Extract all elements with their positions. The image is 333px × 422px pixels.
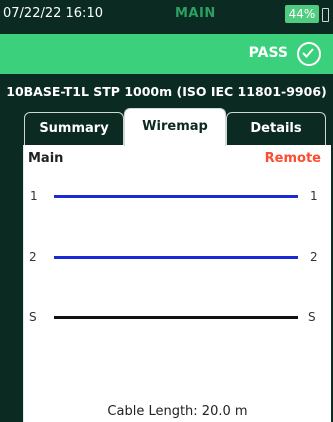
battery-level: 44% (285, 5, 319, 23)
wire-main-pin: 1 (30, 189, 38, 203)
panel-edge (23, 145, 24, 422)
test-limit-title: 10BASE-T1L STP 1000m (ISO IEC 11801-9906… (6, 84, 327, 99)
status-time: 07/22/22 16:10 (3, 6, 103, 21)
cable-length: Cable Length: 20.0 m (107, 404, 248, 419)
wire-main-pin: 2 (29, 250, 37, 264)
remote-end-label: Remote (264, 151, 321, 166)
tester-screen: 07/22/22 16:10 MAIN 44% PASS 10BASE-T1L … (0, 0, 333, 422)
status-mode: MAIN (175, 6, 216, 21)
wire-remote-pin: 1 (310, 189, 318, 203)
wire-main-pin: S (29, 310, 37, 324)
status-bar: 07/22/22 16:10 MAIN 44% (0, 0, 333, 30)
wire-remote-pin: S (308, 310, 316, 324)
battery-icon (322, 8, 329, 22)
tab-bar: Summary Wiremap Details (0, 106, 333, 146)
result-banner: PASS (0, 34, 333, 74)
result-label: PASS (248, 45, 288, 61)
tab-summary[interactable]: Summary (24, 112, 124, 146)
wire-line (54, 256, 298, 259)
wire-line (54, 195, 298, 198)
tab-wiremap[interactable]: Wiremap (124, 108, 226, 146)
wire-remote-pin: 2 (310, 250, 318, 264)
check-circle-icon (297, 42, 321, 66)
wire-line (54, 316, 298, 319)
wiremap-panel (24, 145, 331, 422)
tab-details[interactable]: Details (226, 112, 326, 146)
main-end-label: Main (28, 151, 64, 166)
